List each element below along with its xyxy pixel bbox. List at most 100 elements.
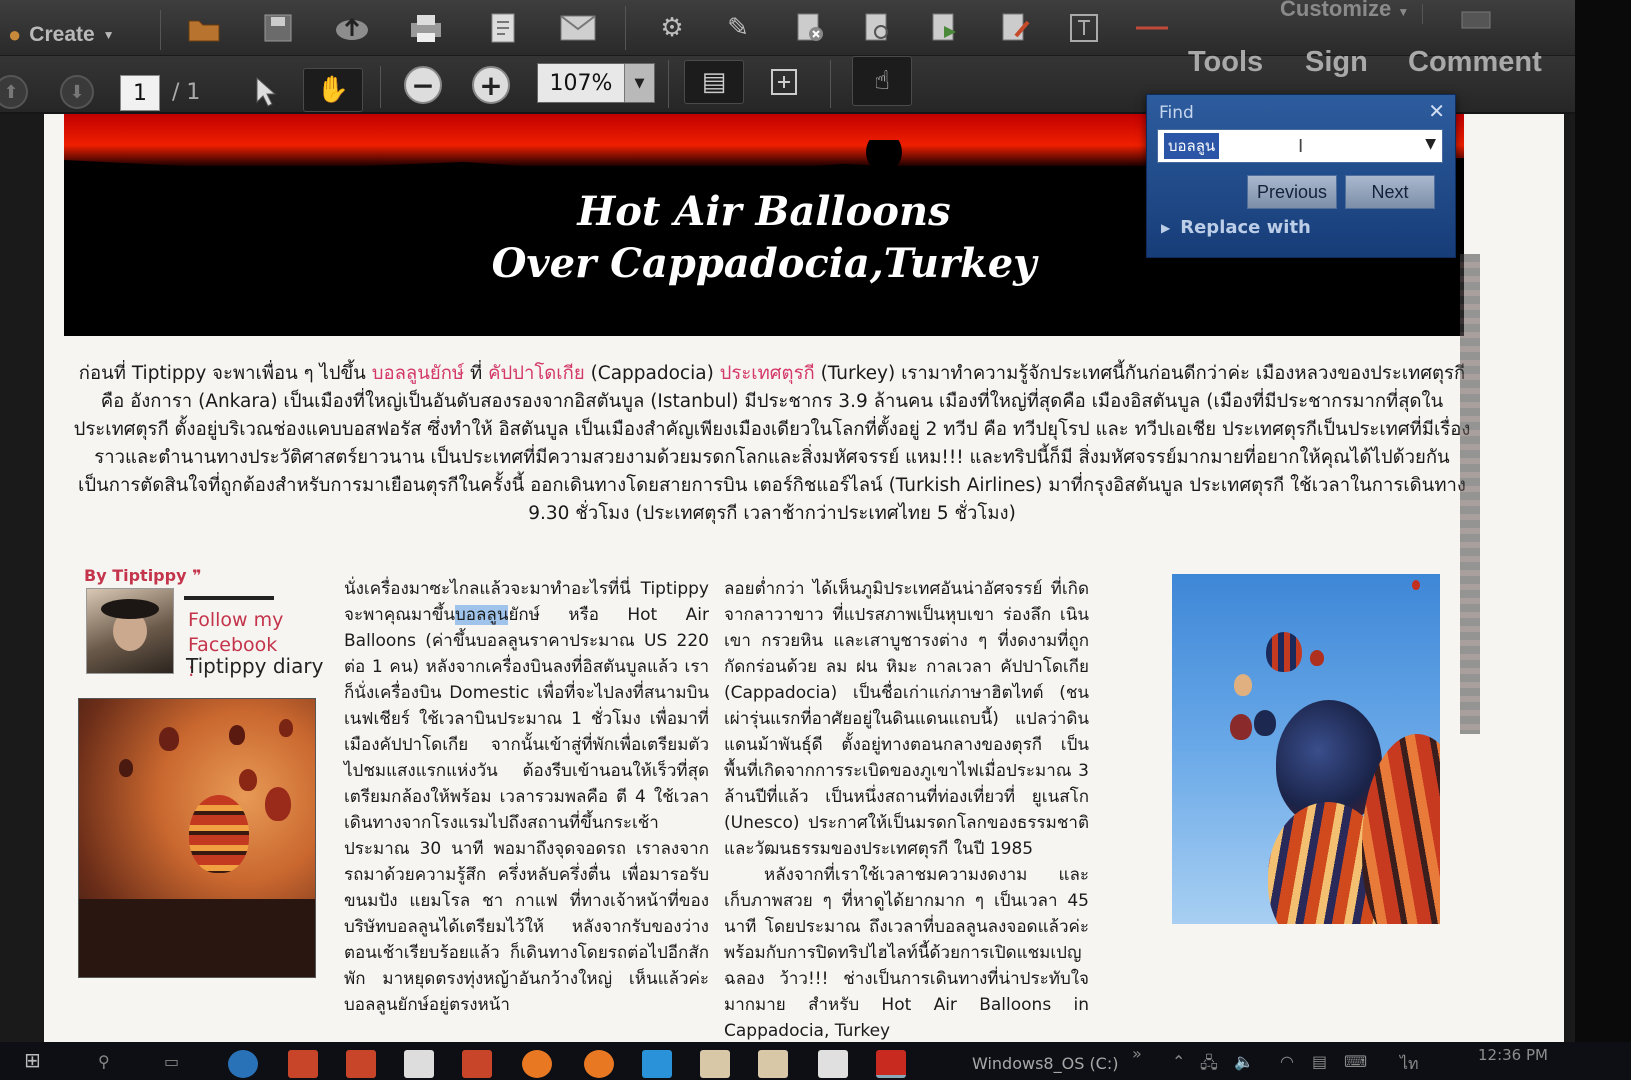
minus-icon: − (411, 68, 435, 102)
create-icon: ● (8, 22, 22, 47)
export-icon[interactable] (926, 8, 966, 48)
firefox-icon-2[interactable] (584, 1050, 614, 1078)
zoom-select[interactable]: 107% ▼ (537, 63, 655, 103)
article-column-2: ลอยต่ำกว่า ได้เห็นภูมิประเทศอันน่าอัศจรร… (724, 576, 1089, 1044)
facebook-name: Tiptippy diary (186, 654, 324, 678)
hand-tool-button[interactable]: ✋ (303, 68, 363, 112)
col2-text-b: หลังจากที่เราใช้เวลาชมความงดงาม และเก็บภ… (724, 865, 1089, 1041)
avatar (86, 588, 174, 674)
byline: By Tiptippy ❞ (84, 566, 202, 585)
keyboard-icon[interactable]: ⌨ (1344, 1052, 1367, 1071)
highlighted-term: บอลลูนยักษ์ (371, 363, 465, 384)
intro-text: ก่อนที่ Tiptippy จะพาเพื่อน ๆ ไปขึ้น (78, 363, 372, 384)
col2-text: ลอยต่ำกว่า ได้เห็นภูมิประเทศอันน่าอัศจรร… (724, 579, 1089, 859)
find-query: บอลลูน (1164, 133, 1220, 159)
fit-page-button[interactable]: ▤ (684, 60, 744, 104)
tray-up-icon[interactable]: ⌃ (1172, 1052, 1185, 1071)
open-folder-icon[interactable] (184, 8, 224, 48)
arrow-up-icon: ⬆ (3, 81, 19, 103)
firefox-icon[interactable] (522, 1050, 552, 1078)
search-icon[interactable]: ⚲ (98, 1052, 110, 1071)
screen-bezel (1575, 0, 1631, 1042)
find-input[interactable]: บอลลูน I ▼ (1157, 129, 1443, 163)
network-icon[interactable]: 🖧 (1200, 1052, 1218, 1079)
message-icon[interactable]: ▤ (1312, 1052, 1327, 1071)
powerpoint-icon-3[interactable] (462, 1050, 492, 1078)
edit-document-icon[interactable] (484, 8, 524, 48)
cloud-upload-icon[interactable] (332, 8, 372, 48)
chevron-down-icon[interactable]: ▼ (624, 64, 654, 102)
media-icon[interactable] (818, 1050, 848, 1078)
highlighted-term: ประเทศตุรกี (719, 363, 815, 384)
hand-icon: ✋ (316, 75, 350, 105)
select-tool-icon[interactable] (246, 72, 286, 112)
triangle-right-icon: ▶ (1161, 220, 1171, 235)
balloon-photo-left (78, 698, 316, 978)
text-cursor-icon: I (1298, 136, 1304, 157)
replace-with-toggle[interactable]: ▶ Replace with (1161, 217, 1311, 238)
protect-icon[interactable] (858, 8, 898, 48)
page-number-input[interactable]: 1 (120, 75, 160, 111)
page-total: / 1 (172, 80, 201, 105)
print-icon[interactable] (406, 8, 446, 48)
divider (184, 596, 274, 600)
chevron-down-icon: ▼ (1397, 5, 1410, 19)
highlighted-term: คัปปาโดเกีย (488, 363, 585, 384)
customize-label: Customize (1280, 0, 1392, 21)
close-icon[interactable]: ✕ (1428, 99, 1445, 123)
arrow-down-icon: ⬇ (69, 81, 85, 103)
save-icon[interactable] (258, 8, 298, 48)
acrobat-icon[interactable] (876, 1050, 906, 1078)
tab-sign[interactable]: Sign (1305, 46, 1368, 79)
taskbar: ⊞ ⚲ ▭ Windows8_OS (C:) » ⌃ 🖧 🔈 ◠ ▤ ⌨ ไท … (0, 1042, 1631, 1080)
intro-paragraph: ก่อนที่ Tiptippy จะพาเพื่อน ๆ ไปขึ้น บอล… (72, 360, 1472, 528)
powerpoint-icon-2[interactable] (346, 1050, 376, 1078)
chevron-down-icon[interactable]: ▼ (1425, 136, 1436, 152)
find-dialog: Find ✕ บอลลูน I ▼ Previous Next ▶ Replac… (1146, 94, 1456, 258)
zoom-in-button[interactable]: + (472, 66, 510, 104)
page-edge (1460, 254, 1480, 734)
wifi-icon[interactable]: ◠ (1280, 1052, 1294, 1071)
touch-hand-icon: ☝ (874, 66, 890, 96)
chevron-down-icon: ▼ (102, 28, 115, 42)
email-icon[interactable] (558, 8, 598, 48)
zoom-value: 107% (549, 70, 613, 96)
strikeout-icon[interactable] (1132, 8, 1172, 48)
create-label: Create (29, 23, 95, 46)
clock: 12:36 PM (1478, 1046, 1548, 1064)
overflow-chevron-icon[interactable]: » (1132, 1044, 1142, 1063)
previous-button[interactable]: Previous (1247, 175, 1337, 209)
article-column-1: นั่งเครื่องมาซะไกลแล้วจะมาทำอะไรที่นี่ T… (344, 576, 709, 1018)
powerpoint-icon[interactable] (288, 1050, 318, 1078)
plus-icon: + (479, 68, 503, 102)
language-icon[interactable]: ไท (1400, 1052, 1419, 1077)
customize-menu[interactable]: Customize ▼ (1280, 0, 1409, 22)
touch-mode-button[interactable]: ☝ (852, 56, 912, 106)
zoom-out-button[interactable]: − (404, 66, 442, 104)
replace-label: Replace with (1180, 217, 1311, 238)
file-icon-2[interactable] (758, 1050, 788, 1078)
windows-start-icon[interactable]: ⊞ (24, 1048, 41, 1072)
annotate-icon[interactable]: ✎ (718, 8, 758, 48)
col1-text-after: ยักษ์ หรือ Hot Air Balloons (ค่าขึ้นบอลล… (344, 605, 709, 1015)
tab-tools[interactable]: Tools (1188, 46, 1263, 79)
create-button[interactable]: ● Create ▼ (8, 20, 115, 50)
next-page-button[interactable]: ⬇ (60, 75, 94, 109)
gear-icon[interactable]: ⚙ (652, 8, 692, 48)
app-icon[interactable] (642, 1050, 672, 1078)
read-mode-icon[interactable] (1456, 0, 1496, 40)
globe-icon[interactable] (228, 1050, 258, 1078)
search-highlight: บอลลูน (454, 605, 509, 625)
intro-text: ที่ (464, 363, 489, 384)
edit-text-icon[interactable] (996, 8, 1036, 48)
file-icon[interactable] (700, 1050, 730, 1078)
text-box-icon[interactable] (1064, 8, 1104, 48)
redact-icon[interactable] (790, 8, 830, 48)
document-icon[interactable] (404, 1050, 434, 1078)
next-button[interactable]: Next (1345, 175, 1435, 209)
task-view-icon[interactable]: ▭ (164, 1052, 179, 1071)
fit-page-icon: ▤ (701, 67, 727, 97)
tab-comment[interactable]: Comment (1408, 46, 1542, 79)
volume-icon[interactable]: 🔈 (1234, 1052, 1254, 1071)
full-screen-icon[interactable] (764, 62, 804, 102)
